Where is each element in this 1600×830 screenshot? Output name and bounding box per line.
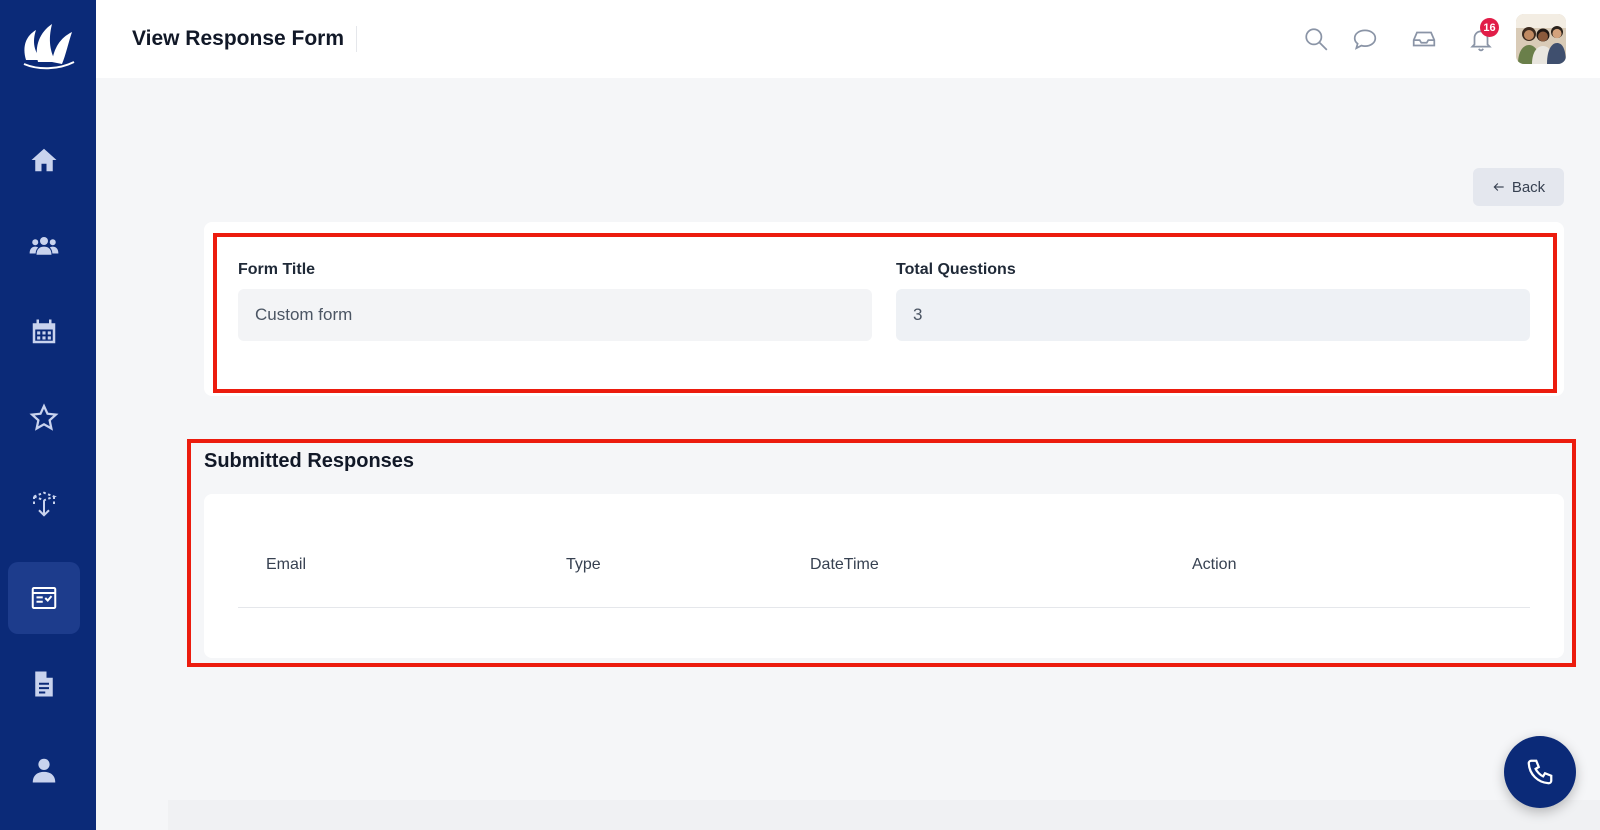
column-header-action[interactable]: Action bbox=[1192, 556, 1236, 574]
user-icon bbox=[32, 758, 56, 783]
table-header-divider bbox=[238, 607, 1530, 608]
box-arrow-icon bbox=[31, 491, 57, 517]
inbox-button[interactable] bbox=[1409, 24, 1439, 54]
sidebar-item-home[interactable] bbox=[8, 124, 80, 196]
calendar-icon bbox=[32, 319, 56, 344]
sidebar-item-distribution[interactable] bbox=[8, 468, 80, 540]
form-title-label: Form Title bbox=[238, 261, 316, 278]
form-list-icon bbox=[31, 587, 57, 609]
phone-icon bbox=[1527, 759, 1553, 785]
column-header-email[interactable]: Email bbox=[266, 556, 306, 574]
notification-badge: 16 bbox=[1480, 18, 1499, 37]
page-title: View Response Form bbox=[132, 26, 358, 52]
total-questions-label: Total Questions bbox=[896, 261, 1016, 278]
arrow-left-icon bbox=[1493, 183, 1504, 191]
footer-strip bbox=[168, 800, 1600, 830]
sidebar-item-favorites[interactable] bbox=[8, 382, 80, 454]
form-title-field[interactable]: Custom form bbox=[238, 289, 872, 341]
responses-table bbox=[204, 494, 1564, 658]
total-questions-field: 3 bbox=[896, 289, 1530, 341]
chat-button[interactable] bbox=[1350, 24, 1380, 54]
search-button[interactable] bbox=[1301, 24, 1331, 54]
sidebar-item-profile[interactable] bbox=[8, 734, 80, 806]
sidebar-item-documents[interactable] bbox=[8, 648, 80, 720]
back-button[interactable]: Back bbox=[1473, 168, 1564, 206]
avatar[interactable] bbox=[1516, 14, 1566, 64]
sidebar bbox=[0, 0, 96, 830]
responses-section-title: Submitted Responses bbox=[204, 450, 415, 472]
users-icon bbox=[29, 237, 59, 255]
app-logo[interactable] bbox=[18, 20, 78, 72]
sidebar-item-users[interactable] bbox=[8, 210, 80, 282]
home-icon bbox=[31, 148, 57, 172]
document-icon bbox=[35, 671, 53, 697]
chat-icon bbox=[1353, 29, 1377, 50]
inbox-icon bbox=[1412, 31, 1436, 47]
back-button-label: Back bbox=[1511, 178, 1546, 196]
column-header-type[interactable]: Type bbox=[566, 556, 601, 574]
call-button[interactable] bbox=[1504, 736, 1576, 808]
sidebar-item-calendar[interactable] bbox=[8, 296, 80, 368]
search-icon bbox=[1305, 28, 1328, 51]
column-header-datetime[interactable]: DateTime bbox=[810, 556, 879, 574]
sidebar-item-forms[interactable] bbox=[8, 562, 80, 634]
star-icon bbox=[29, 403, 59, 431]
